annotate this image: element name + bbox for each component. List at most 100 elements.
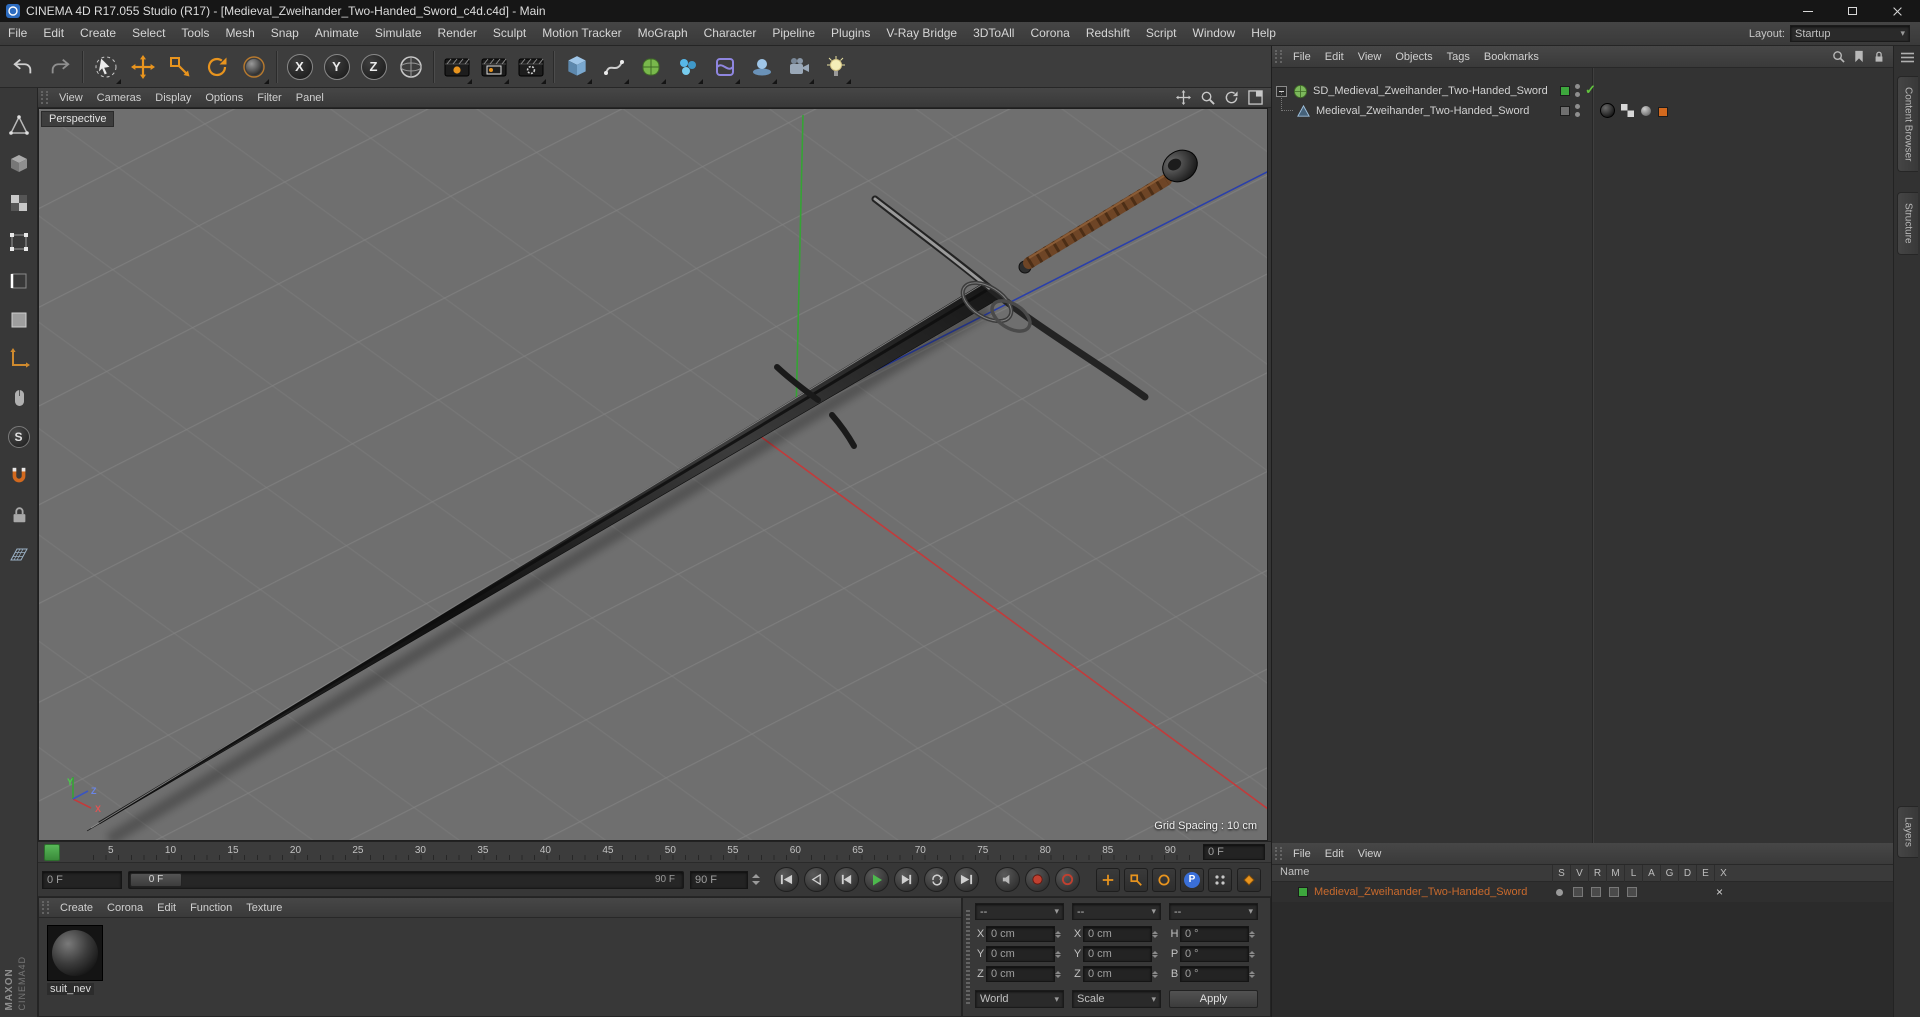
rotation-p-stepper[interactable]	[1249, 950, 1258, 958]
menu-simulate[interactable]: Simulate	[367, 22, 430, 45]
timeline-ruler[interactable]: 5 10 15 20 25 30 35 40 45 50 55 60 65 70…	[38, 841, 1271, 863]
menu-redshift[interactable]: Redshift	[1078, 22, 1138, 45]
om-column-divider[interactable]	[1592, 68, 1593, 843]
record-button[interactable]	[1025, 867, 1050, 892]
lock-z-axis-button[interactable]: Z	[355, 47, 392, 87]
render-view-button[interactable]	[438, 47, 475, 87]
point-mode-button[interactable]	[1, 227, 37, 257]
dock-menu-icon[interactable]	[1900, 52, 1914, 63]
move-tool-button[interactable]	[124, 47, 161, 87]
playhead-marker[interactable]	[44, 844, 60, 861]
previous-key-button[interactable]	[804, 867, 829, 892]
size-y-field[interactable]: 0 cm	[1083, 946, 1152, 962]
layer-menu-edit[interactable]: Edit	[1318, 844, 1351, 864]
tab-layers[interactable]: Layers	[1897, 806, 1918, 859]
layer-color-chip[interactable]	[1298, 887, 1308, 897]
enabled-check-icon[interactable]: ✓	[1585, 82, 1596, 98]
render-toggle-icon[interactable]	[1591, 887, 1601, 897]
apply-button[interactable]: Apply	[1169, 990, 1258, 1008]
pan-view-button[interactable]	[1173, 90, 1193, 106]
end-frame-stepper[interactable]	[752, 874, 760, 885]
menu-vray-bridge[interactable]: V-Ray Bridge	[878, 22, 965, 45]
record-parameter-button[interactable]: P	[1180, 867, 1204, 892]
layer-menu-view[interactable]: View	[1351, 844, 1389, 864]
material-menu-edit[interactable]: Edit	[150, 898, 183, 918]
workplane-lock-button[interactable]	[1, 500, 37, 530]
minimize-button[interactable]	[1785, 0, 1830, 22]
menu-file[interactable]: File	[0, 22, 35, 45]
make-editable-button[interactable]	[1, 110, 37, 140]
layout-dropdown[interactable]: Startup ▾	[1790, 25, 1910, 42]
model-mode-button[interactable]	[1, 149, 37, 179]
material-menu-create[interactable]: Create	[53, 898, 100, 918]
menu-mesh[interactable]: Mesh	[217, 22, 262, 45]
viewport[interactable]: Perspective Grid Spacing : 10 cm Y X Z	[38, 108, 1268, 841]
rotation-b-field[interactable]: 0 °	[1180, 966, 1249, 982]
end-frame-field[interactable]: 90 F	[690, 870, 748, 889]
solo-toggle-icon[interactable]	[1556, 888, 1563, 896]
position-x-field[interactable]: 0 cm	[986, 926, 1055, 942]
position-z-field[interactable]: 0 cm	[986, 966, 1055, 982]
coordinate-space-dropdown[interactable]: World ▾	[975, 990, 1064, 1008]
bookmark-icon[interactable]	[1853, 50, 1865, 63]
layer-row[interactable]: Medieval_Zweihander_Two-Handed_Sword ×	[1272, 882, 1893, 902]
menu-render[interactable]: Render	[430, 22, 485, 45]
autokey-button[interactable]	[1055, 867, 1080, 892]
texture-tag-icon[interactable]	[1621, 104, 1634, 117]
menu-character[interactable]: Character	[696, 22, 765, 45]
layer-color-chip[interactable]	[1560, 86, 1570, 96]
coordinate-system-button[interactable]	[392, 47, 429, 87]
viewport-menu-options[interactable]: Options	[198, 88, 250, 108]
timeline-slider[interactable]: 0 F 90 F	[128, 870, 684, 889]
viewport-menu-display[interactable]: Display	[148, 88, 198, 108]
goto-start-button[interactable]	[774, 867, 799, 892]
keyframe-selection-button[interactable]	[1237, 867, 1261, 892]
viewport-menu-view[interactable]: View	[52, 88, 90, 108]
render-to-picture-viewer-button[interactable]	[475, 47, 512, 87]
enable-axis-button[interactable]	[1, 344, 37, 374]
phong-tag-icon[interactable]	[1640, 105, 1652, 117]
add-subdivision-surface-button[interactable]	[632, 47, 669, 87]
viewport-canvas[interactable]	[39, 109, 1268, 841]
workplane-mode-button[interactable]	[1, 539, 37, 569]
visibility-dots[interactable]	[1575, 104, 1580, 117]
position-x-stepper[interactable]	[1055, 930, 1064, 938]
add-environment-button[interactable]	[743, 47, 780, 87]
layer-color-chip[interactable]	[1560, 106, 1570, 116]
position-y-stepper[interactable]	[1055, 950, 1064, 958]
tab-content-browser[interactable]: Content Browser	[1897, 76, 1918, 173]
ruler-frame-field[interactable]: 0 F	[1203, 844, 1265, 860]
toggle-view-layout-button[interactable]	[1245, 90, 1265, 106]
lock-icon[interactable]	[1873, 50, 1885, 63]
tab-structure[interactable]: Structure	[1897, 192, 1918, 255]
loop-mode-button[interactable]	[924, 867, 949, 892]
panel-grip[interactable]	[1275, 847, 1282, 860]
rotation-p-field[interactable]: 0 °	[1180, 946, 1249, 962]
layer-menu-file[interactable]: File	[1286, 844, 1318, 864]
size-y-stepper[interactable]	[1152, 950, 1161, 958]
search-icon[interactable]	[1832, 50, 1845, 63]
record-pla-button[interactable]	[1208, 867, 1232, 892]
position-z-stepper[interactable]	[1055, 970, 1064, 978]
material-thumbnail[interactable]	[47, 925, 103, 981]
viewport-menu-panel[interactable]: Panel	[289, 88, 331, 108]
viewport-menu-filter[interactable]: Filter	[250, 88, 288, 108]
view-label[interactable]: Perspective	[41, 111, 115, 127]
add-light-button[interactable]	[817, 47, 854, 87]
viewport-menu-cameras[interactable]: Cameras	[90, 88, 149, 108]
play-button[interactable]	[864, 867, 889, 892]
rotation-header-dropdown[interactable]: -- ▾	[1169, 903, 1258, 920]
menu-script[interactable]: Script	[1138, 22, 1185, 45]
view-toggle-icon[interactable]	[1573, 887, 1583, 897]
position-y-field[interactable]: 0 cm	[986, 946, 1055, 962]
add-deformer-button[interactable]	[706, 47, 743, 87]
add-cube-button[interactable]	[558, 47, 595, 87]
menu-edit[interactable]: Edit	[35, 22, 72, 45]
edge-mode-button[interactable]	[1, 266, 37, 296]
size-x-stepper[interactable]	[1152, 930, 1161, 938]
previous-frame-button[interactable]	[834, 867, 859, 892]
timeline-slider-handle[interactable]: 0 F	[130, 872, 182, 887]
object-row-sword-mesh[interactable]: Medieval_Zweihander_Two-Handed_Sword	[1272, 101, 1592, 121]
tweak-mode-button[interactable]	[1, 383, 37, 413]
material-menu-texture[interactable]: Texture	[239, 898, 289, 918]
